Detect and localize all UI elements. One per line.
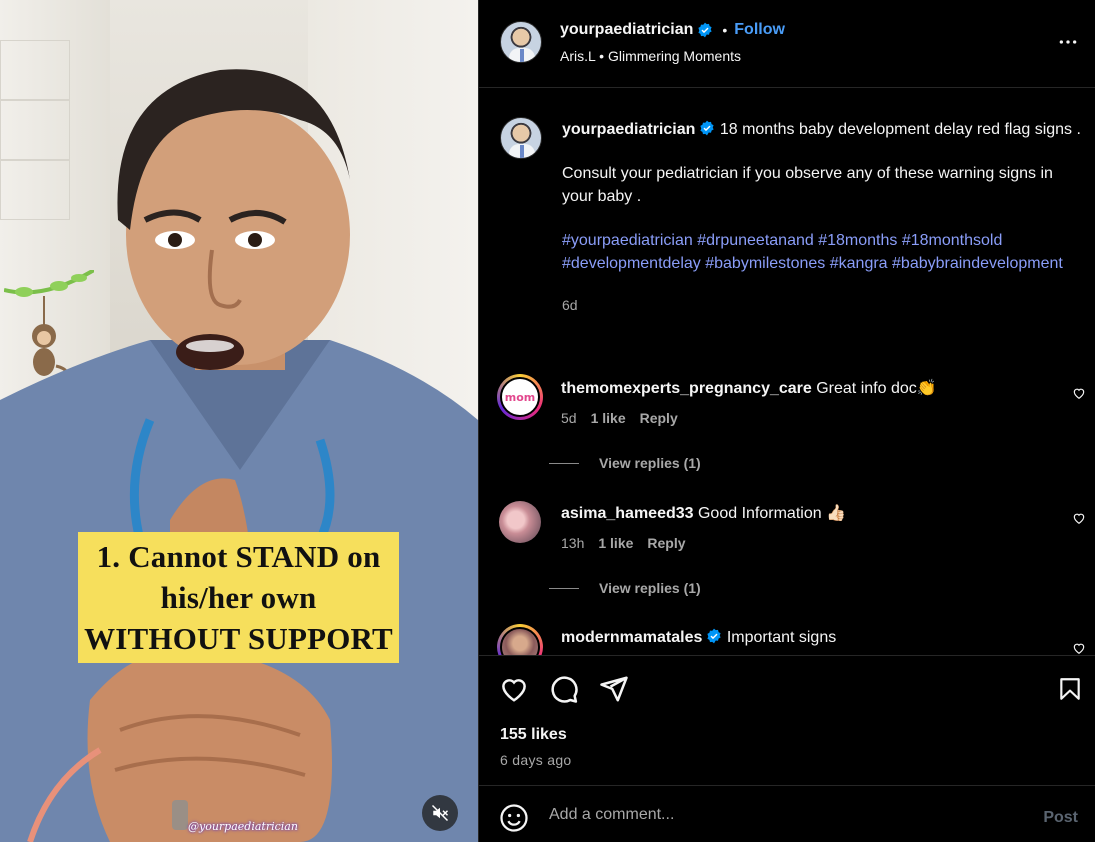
comment-likes[interactable]: 1 like — [598, 535, 633, 551]
audio-track[interactable]: Glimmering Moments — [608, 48, 741, 64]
divider-line — [549, 462, 579, 464]
hashtag-link[interactable]: #drpuneetanand — [697, 232, 814, 249]
comment-composer: Post — [479, 785, 1095, 842]
commenter-username[interactable]: modernmamatales — [561, 629, 702, 646]
hashtag-link[interactable]: #babybraindevelopment — [892, 255, 1063, 272]
caption-username[interactable]: yourpaediatrician — [562, 121, 695, 138]
commenter-avatar[interactable] — [497, 624, 543, 655]
separator-dot: • — [722, 22, 728, 38]
text-overlay-card: 1. Cannot STAND on his/her own WITHOUT S… — [78, 532, 399, 663]
post-header: yourpaediatrician • Follow Aris.L • Glim… — [479, 0, 1095, 88]
comment-text: Good Information 👍🏻 — [697, 505, 846, 522]
caption-text: 18 months baby development delay red fla… — [719, 121, 1081, 138]
hashtag-link[interactable]: #18monthsold — [902, 232, 1003, 249]
comment-text: Great info doc👏 — [816, 380, 937, 397]
view-replies-button[interactable]: View replies (1) — [549, 580, 701, 596]
commenter-avatar[interactable] — [499, 501, 541, 543]
overlay-line: WITHOUT SUPPORT — [84, 621, 393, 656]
reel-video[interactable]: 1. Cannot STAND on his/her own WITHOUT S… — [0, 0, 478, 842]
author-avatar[interactable] — [500, 117, 542, 159]
caption-timestamp[interactable]: 6d — [562, 294, 1082, 317]
commenter-avatar[interactable]: mom — [497, 374, 543, 420]
commenter-username[interactable]: themomexperts_pregnancy_care — [561, 380, 812, 397]
more-options-icon[interactable] — [1058, 32, 1078, 52]
hashtag-link[interactable]: #18months — [818, 232, 897, 249]
mute-button[interactable] — [422, 795, 458, 831]
comment-text: Important signs — [726, 629, 837, 646]
view-replies-label[interactable]: View replies (1) — [599, 580, 701, 596]
share-paper-plane-icon[interactable] — [599, 674, 629, 704]
hashtag-link[interactable]: #developmentdelay — [562, 255, 701, 272]
speaker-muted-icon — [431, 804, 449, 822]
verified-badge-icon — [700, 120, 714, 136]
comment-likes[interactable]: 1 like — [591, 410, 626, 426]
author-avatar[interactable] — [500, 21, 542, 63]
separator-dot: • — [599, 48, 605, 64]
view-replies-label[interactable]: View replies (1) — [599, 455, 701, 471]
audio-artist[interactable]: Aris.L — [560, 48, 595, 64]
like-heart-icon[interactable] — [499, 674, 529, 704]
comment-timestamp[interactable]: 13h — [561, 535, 584, 551]
comment-timestamp[interactable]: 5d — [561, 410, 577, 426]
verified-badge-icon — [698, 22, 712, 38]
commenter-username[interactable]: asima_hameed33 — [561, 505, 694, 522]
post-details-panel: yourpaediatrician • Follow Aris.L • Glim… — [478, 0, 1095, 842]
audio-info[interactable]: Aris.L • Glimmering Moments — [560, 48, 741, 64]
post-comment-button[interactable]: Post — [1043, 809, 1078, 827]
heart-icon[interactable] — [1072, 386, 1086, 400]
caption-hashtags: #yourpaediatrician #drpuneetanand #18mon… — [562, 229, 1082, 275]
view-replies-button[interactable]: View replies (1) — [549, 455, 701, 471]
caption-text: Consult your pediatrician if you observe… — [562, 165, 1053, 205]
author-username[interactable]: yourpaediatrician — [560, 21, 693, 39]
follow-button[interactable]: Follow — [734, 21, 785, 39]
heart-icon[interactable] — [1072, 641, 1086, 655]
post-date: 6 days ago — [500, 752, 572, 768]
hashtag-link[interactable]: #babymilestones — [705, 255, 825, 272]
verified-badge-icon — [707, 628, 721, 644]
hashtag-link[interactable]: #yourpaediatrician — [562, 232, 693, 249]
comment-bubble-icon[interactable] — [549, 674, 579, 704]
overlay-line: 1. Cannot STAND on — [96, 539, 381, 574]
video-watermark: @yourpaediatrician — [188, 820, 298, 833]
emoji-icon[interactable] — [499, 803, 529, 833]
reply-button[interactable]: Reply — [647, 535, 685, 551]
hashtag-link[interactable]: #kangra — [830, 255, 888, 272]
doctor-figure — [0, 69, 478, 842]
divider-line — [549, 587, 579, 589]
overlay-line: his/her own — [160, 580, 317, 615]
avatar-logo-text: mom — [504, 390, 536, 404]
post-actions: 155 likes 6 days ago — [479, 655, 1095, 785]
add-comment-input[interactable] — [549, 800, 1009, 830]
comments-scroll-area[interactable]: yourpaediatrician 18 months baby develop… — [479, 89, 1095, 655]
reply-button[interactable]: Reply — [640, 410, 678, 426]
likes-count[interactable]: 155 likes — [500, 726, 567, 744]
save-bookmark-icon[interactable] — [1057, 674, 1083, 704]
heart-icon[interactable] — [1072, 511, 1086, 525]
